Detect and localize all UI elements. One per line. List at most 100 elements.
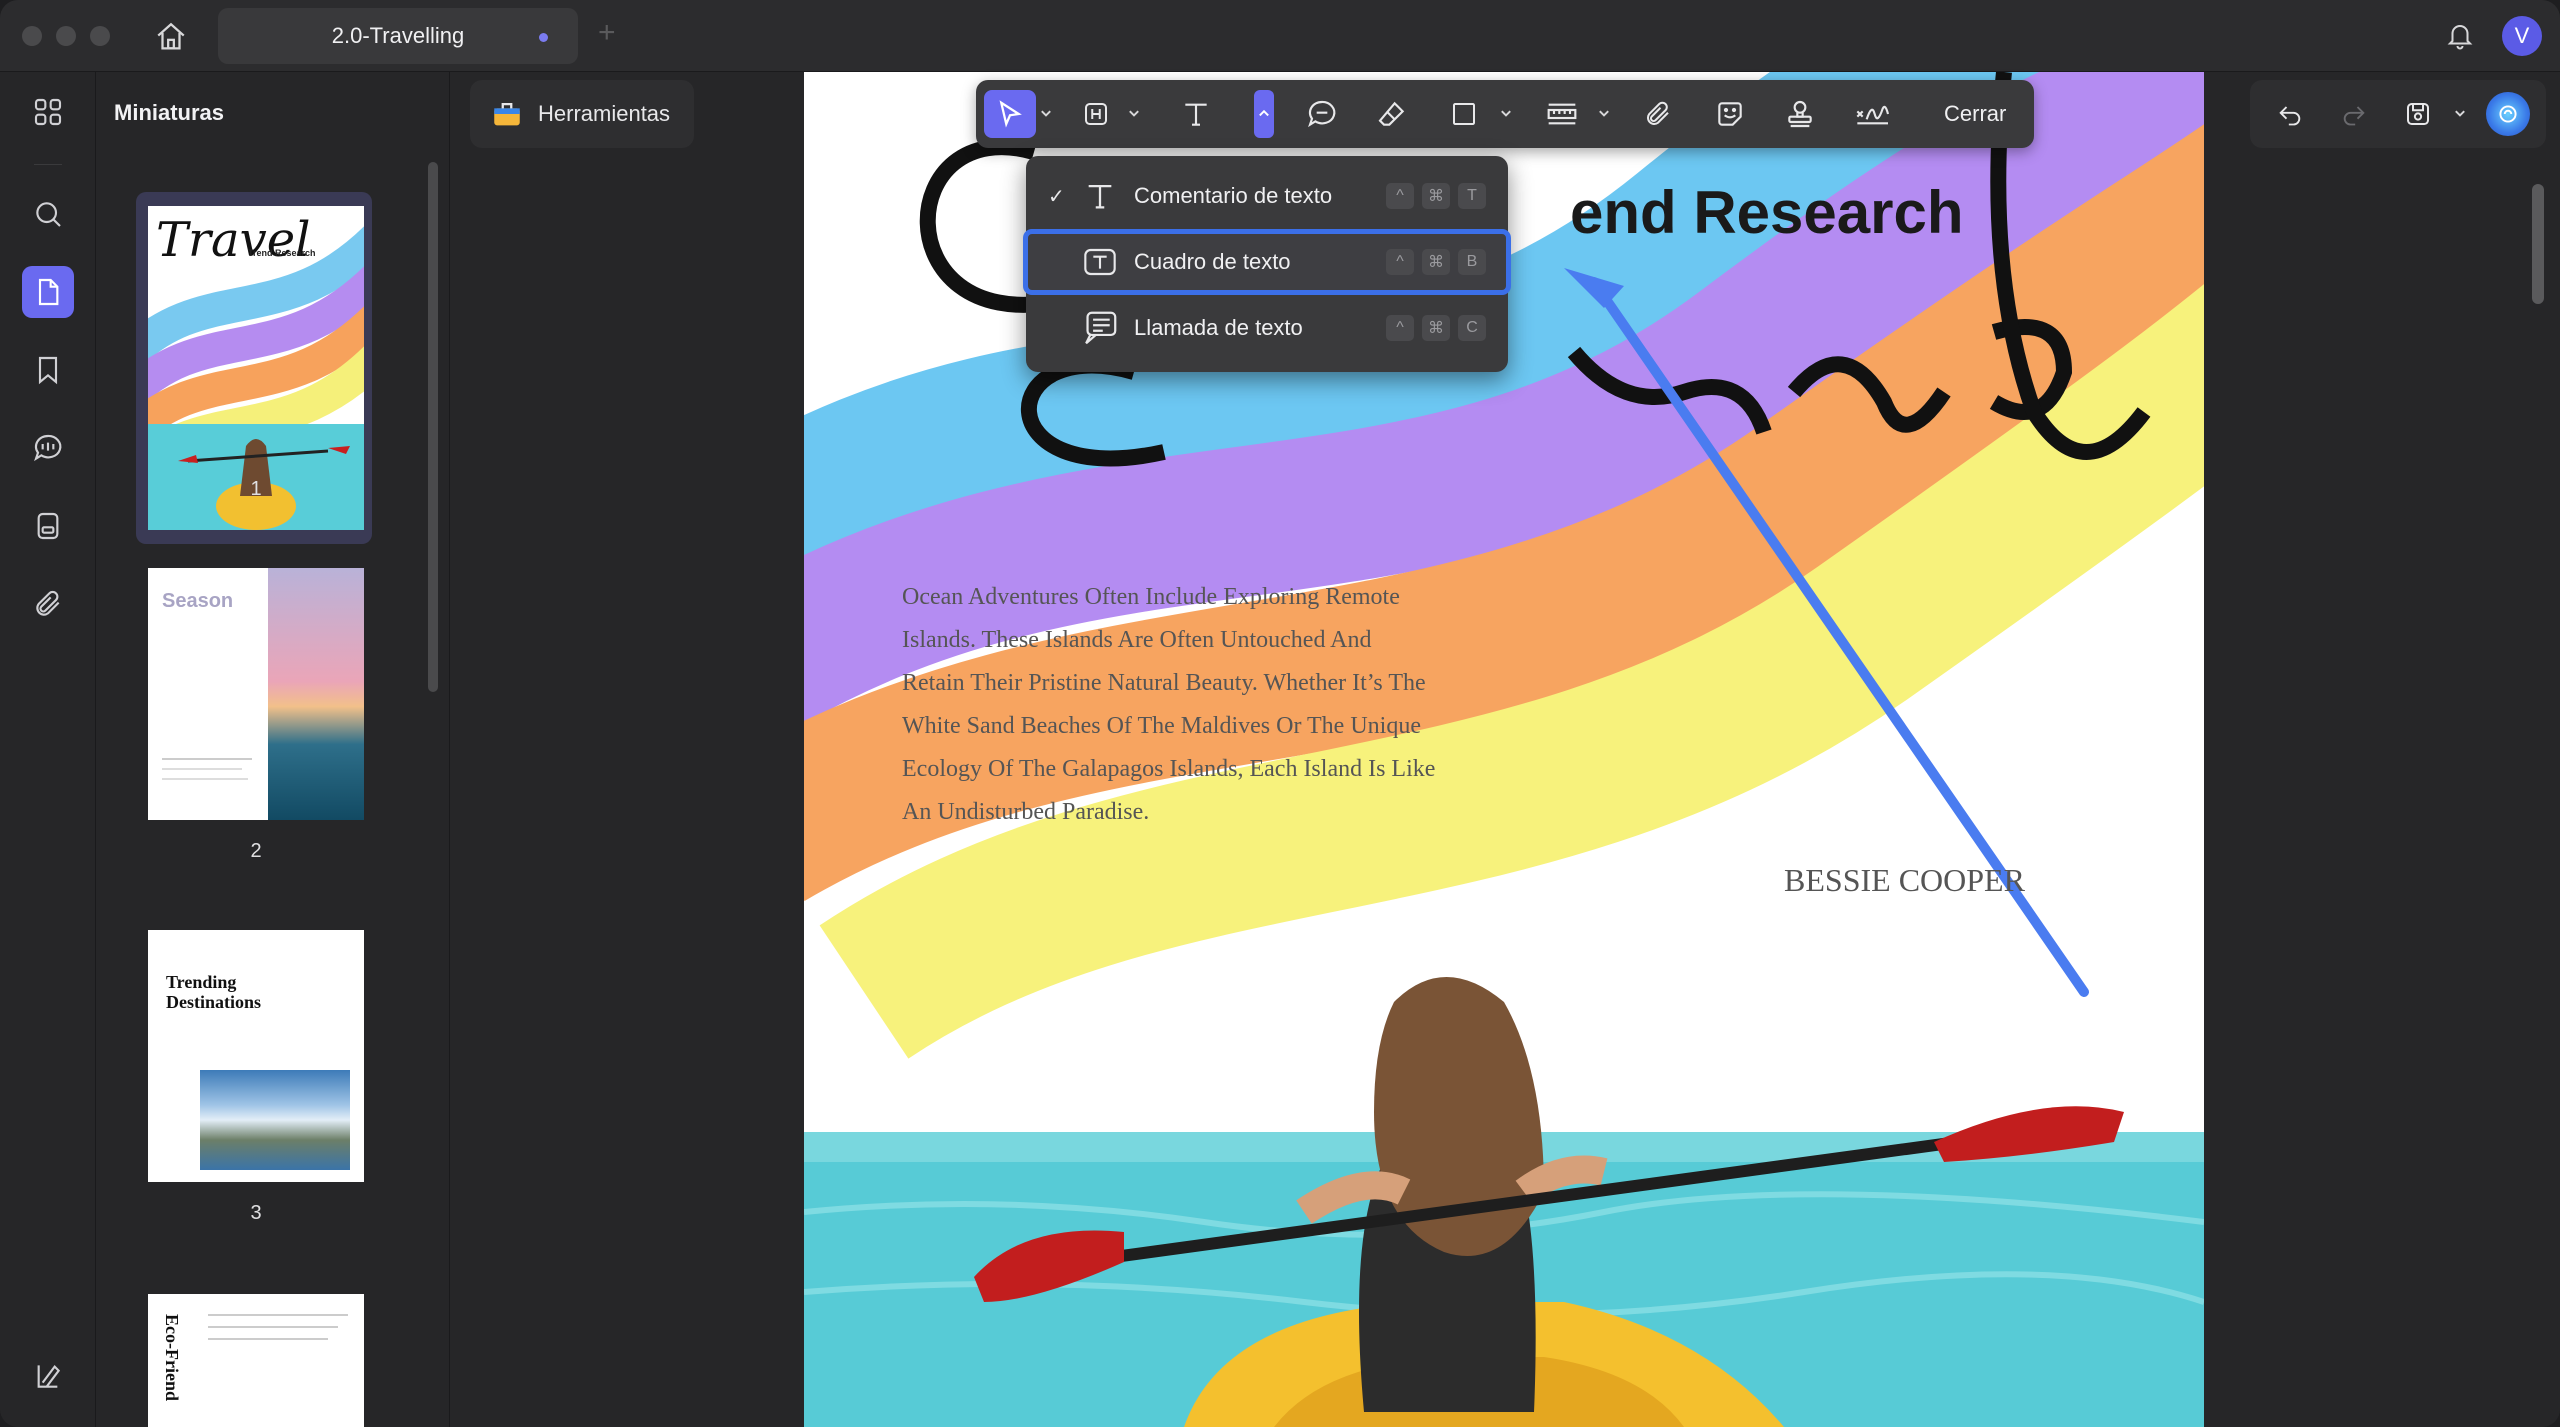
- shortcut-key: ⌘: [1422, 183, 1450, 209]
- thumbnail-4-line: [208, 1338, 328, 1340]
- thumbnail-4-line: [208, 1314, 348, 1316]
- annotation-toolbar: [976, 80, 2034, 148]
- redo-icon[interactable]: [2334, 94, 2374, 134]
- minimize-window-button[interactable]: [56, 26, 76, 46]
- shortcut-keys: ^ ⌘ C: [1386, 315, 1486, 341]
- shortcut-keys: ^ ⌘ T: [1386, 183, 1486, 209]
- shortcut-keys: ^ ⌘ B: [1386, 249, 1486, 275]
- thumbnail-3-photo: [200, 1070, 350, 1170]
- thumbnail-2-title: Season: [162, 590, 234, 612]
- thumbnail-page-2[interactable]: Season: [148, 568, 364, 820]
- thumbnails-scrollbar[interactable]: [428, 162, 438, 692]
- thumbnail-2-line: [162, 768, 242, 770]
- body-line: An Undisturbed Paradise.: [902, 799, 1150, 825]
- bell-icon[interactable]: [2440, 16, 2480, 56]
- app-window: 2.0-Travelling + V Miniaturas Travel Tre…: [0, 0, 2560, 1427]
- shortcut-key: ^: [1386, 183, 1414, 209]
- check-icon: ✓: [1048, 185, 1065, 208]
- shortcut-key: ^: [1386, 315, 1414, 341]
- sticker-icon[interactable]: [1706, 90, 1754, 138]
- note-icon[interactable]: [1298, 90, 1346, 138]
- shortcut-key: ⌘: [1422, 249, 1450, 275]
- document-tab[interactable]: 2.0-Travelling: [218, 8, 578, 64]
- dropdown-item-text-callout[interactable]: Llamada de texto ^ ⌘ C: [1026, 298, 1508, 358]
- save-icon[interactable]: [2398, 94, 2438, 134]
- thumbnail-page-4[interactable]: Eco-Friend: [148, 1294, 364, 1427]
- save-chevron-down-icon[interactable]: [2450, 104, 2470, 124]
- thumbnail-3-title: Trending Destinations: [166, 972, 261, 1012]
- rail-divider: [34, 164, 62, 165]
- shortcut-key: ^: [1386, 249, 1414, 275]
- measure-chevron-down-icon[interactable]: [1594, 90, 1614, 138]
- thumbnail-2-line: [162, 778, 248, 780]
- text-box-icon: [1080, 244, 1120, 280]
- document-tab-title: 2.0-Travelling: [331, 23, 465, 48]
- dropdown-item-label: Cuadro de texto: [1134, 249, 1291, 274]
- thumbnails-panel: Miniaturas Travel Trend Research 1 Seaso…: [96, 72, 450, 1427]
- highlight-icon[interactable]: [1072, 90, 1120, 138]
- new-tab-button[interactable]: +: [598, 16, 616, 50]
- form-icon[interactable]: [22, 500, 74, 552]
- shortcut-key: ⌘: [1422, 315, 1450, 341]
- eraser-icon[interactable]: [1368, 90, 1416, 138]
- thumbnail-2-line: [162, 758, 252, 760]
- callout-icon: [1080, 310, 1120, 346]
- layers-icon[interactable]: [22, 1350, 74, 1402]
- right-toolbar: [2250, 80, 2546, 148]
- thumbnail-1-number: 1: [250, 478, 262, 500]
- signature-icon[interactable]: [1844, 90, 1900, 138]
- ai-assistant-icon[interactable]: [2486, 92, 2530, 136]
- text-chevron-up-icon[interactable]: [1254, 90, 1274, 138]
- body-line: Retain Their Pristine Natural Beauty. Wh…: [902, 670, 1426, 696]
- shape-icon[interactable]: [1440, 90, 1488, 138]
- body-line: Ocean Adventures Often Include Exploring…: [902, 584, 1400, 610]
- bookmark-icon[interactable]: [22, 344, 74, 396]
- text-icon[interactable]: [1172, 90, 1220, 138]
- thumbnail-4-title: Eco-Friend: [162, 1314, 182, 1401]
- dropdown-item-text-comment[interactable]: ✓ Comentario de texto ^ ⌘ T: [1026, 166, 1508, 226]
- text-icon: [1080, 178, 1120, 214]
- thumbnail-3-number: 3: [250, 1202, 262, 1224]
- thumbnail-1-title: Travel: [156, 212, 311, 268]
- thumbnails-grid-icon[interactable]: [22, 86, 74, 138]
- select-chevron-down-icon[interactable]: [1036, 90, 1056, 138]
- thumbnail-1-subtitle: Trend Research: [248, 248, 316, 258]
- measure-icon[interactable]: [1536, 90, 1588, 138]
- thumbnail-3-title-line1: Trending: [166, 972, 237, 992]
- dropdown-item-text-box[interactable]: Cuadro de texto ^ ⌘ B: [1023, 229, 1511, 295]
- tools-button[interactable]: Herramientas: [470, 80, 694, 148]
- dropdown-item-label: Llamada de texto: [1134, 315, 1303, 340]
- left-icon-rail: [0, 72, 96, 1427]
- close-window-button[interactable]: [22, 26, 42, 46]
- page-scrollbar[interactable]: [2532, 184, 2544, 304]
- thumbnails-panel-title: Miniaturas: [114, 100, 225, 125]
- comment-icon[interactable]: [22, 422, 74, 474]
- document-body: Ocean Adventures Often Include Exploring…: [902, 576, 1435, 834]
- thumbnail-4-line: [208, 1326, 338, 1328]
- thumbnail-page-3[interactable]: Trending Destinations: [148, 930, 364, 1182]
- page-icon[interactable]: [22, 266, 74, 318]
- zoom-window-button[interactable]: [90, 26, 110, 46]
- dropdown-item-label: Comentario de texto: [1134, 183, 1333, 208]
- search-icon[interactable]: [22, 188, 74, 240]
- home-icon[interactable]: [150, 16, 192, 58]
- body-line: Ecology Of The Galapagos Islands, Each I…: [902, 756, 1436, 782]
- attachment-icon[interactable]: [22, 578, 74, 630]
- title-bar: 2.0-Travelling + V: [0, 0, 2560, 72]
- body-line: Islands. These Islands Are Often Untouch…: [902, 627, 1372, 653]
- shortcut-key: C: [1458, 315, 1486, 341]
- shape-chevron-down-icon[interactable]: [1496, 90, 1516, 138]
- thumbnail-3-title-line2: Destinations: [166, 992, 262, 1012]
- select-icon[interactable]: [984, 90, 1036, 138]
- unsaved-indicator: [539, 33, 548, 42]
- thumbnail-2-number: 2: [250, 840, 262, 862]
- close-toolbar-button[interactable]: Cerrar: [1944, 80, 2006, 148]
- undo-icon[interactable]: [2270, 94, 2310, 134]
- user-avatar[interactable]: V: [2502, 16, 2542, 56]
- tools-button-label: Herramientas: [538, 101, 671, 126]
- stamp-icon[interactable]: [1776, 90, 1824, 138]
- toolbox-icon: [494, 102, 520, 126]
- attach-icon[interactable]: [1634, 90, 1682, 138]
- document-author: BESSIE COOPER: [1784, 862, 2025, 898]
- highlight-chevron-down-icon[interactable]: [1124, 90, 1144, 138]
